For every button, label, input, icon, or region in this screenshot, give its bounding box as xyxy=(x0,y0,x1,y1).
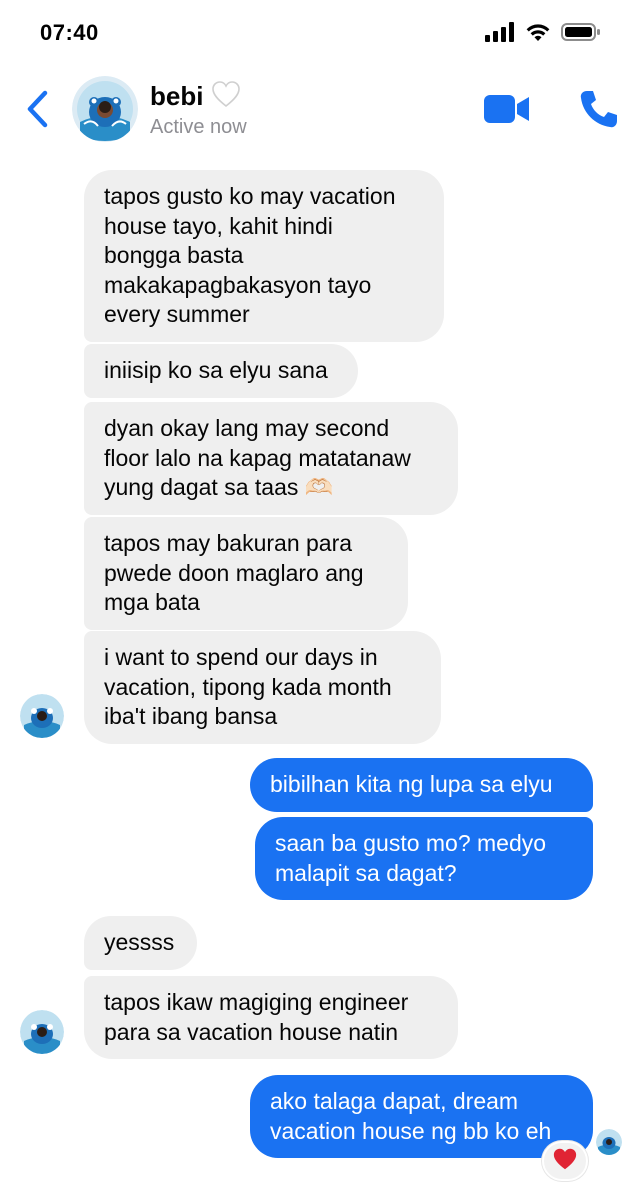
phone-icon xyxy=(578,91,620,134)
chevron-left-icon xyxy=(25,90,49,133)
message-bubble-incoming[interactable]: tapos ikaw magiging engineer para sa vac… xyxy=(84,976,458,1059)
seen-indicator-avatar xyxy=(596,1129,622,1155)
contact-avatar[interactable] xyxy=(72,76,138,142)
conversation-header: bebi Active now xyxy=(0,66,631,156)
red-heart-icon xyxy=(552,1147,578,1176)
back-button[interactable] xyxy=(20,88,54,134)
message-bubble-outgoing[interactable]: ako talaga dapat, dream vacation house n… xyxy=(250,1075,593,1158)
message-bubble-incoming[interactable]: tapos may bakuran para pwede doon maglar… xyxy=(84,517,408,630)
message-bubble-incoming[interactable]: tapos gusto ko may vacation house tayo, … xyxy=(84,170,444,342)
message-bubble-incoming[interactable]: i want to spend our days in vacation, ti… xyxy=(84,631,441,744)
sender-avatar[interactable] xyxy=(20,1010,64,1054)
video-call-button[interactable] xyxy=(484,92,530,126)
message-bubble-incoming[interactable]: yessss xyxy=(84,916,197,970)
message-bubble-outgoing[interactable]: bibilhan kita ng lupa sa elyu xyxy=(250,758,593,812)
heart-icon xyxy=(211,80,241,113)
status-time: 07:40 xyxy=(40,20,99,45)
message-bubble-outgoing[interactable]: saan ba gusto mo? medyo malapit sa dagat… xyxy=(255,817,593,900)
status-icons xyxy=(485,22,601,47)
wifi-icon xyxy=(525,22,551,47)
message-thread: tapos gusto ko may vacation house tayo, … xyxy=(0,156,631,1200)
message-bubble-incoming[interactable]: iniisip ko sa elyu sana xyxy=(84,344,358,398)
audio-call-button[interactable] xyxy=(578,88,620,130)
cellular-signal-icon xyxy=(485,22,515,47)
video-camera-icon xyxy=(484,95,530,130)
status-bar: 07:40 xyxy=(0,0,631,66)
contact-name: bebi xyxy=(150,81,204,111)
contact-name-row[interactable]: bebi xyxy=(150,80,241,113)
sender-avatar[interactable] xyxy=(20,694,64,738)
message-bubble-incoming[interactable]: dyan okay lang may second floor lalo na … xyxy=(84,402,458,515)
contact-status: Active now xyxy=(150,116,247,138)
battery-icon xyxy=(561,22,601,47)
message-reaction[interactable] xyxy=(542,1141,588,1181)
